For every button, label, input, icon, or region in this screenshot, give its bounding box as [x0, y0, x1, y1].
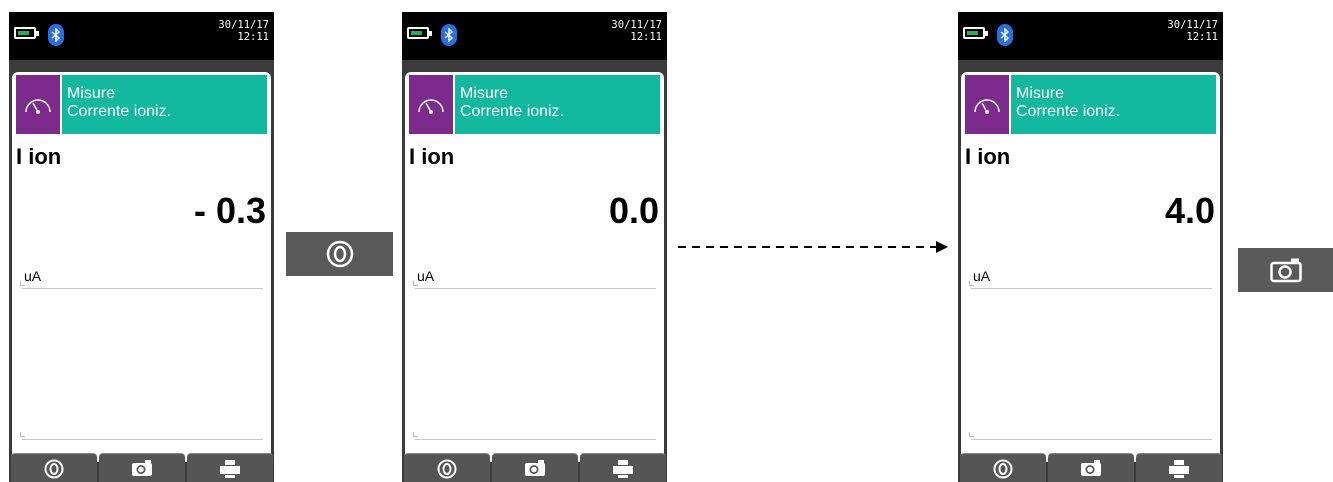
divider: [22, 288, 263, 289]
device-screen-1: 30/11/17 12:11 Misure Corrente ioniz. I …: [9, 12, 274, 482]
gauge-icon[interactable]: [409, 75, 453, 134]
camera-tab[interactable]: [99, 453, 185, 482]
status-bar: 30/11/17 12:11: [9, 12, 274, 60]
menu-title: Misure: [67, 85, 116, 102]
menu-header[interactable]: Misure Corrente ioniz.: [1011, 75, 1216, 134]
camera-tab[interactable]: [1048, 453, 1134, 482]
status-bar: 30/11/17 12:11: [958, 12, 1223, 60]
zero-icon: [44, 459, 64, 479]
display-area: Misure Corrente ioniz. I ion 0.0 uA: [405, 72, 664, 462]
printer-icon: [613, 460, 633, 478]
camera-tab[interactable]: [492, 453, 578, 482]
divider: [415, 288, 656, 289]
print-tab[interactable]: [1136, 453, 1222, 482]
zero-icon: [326, 240, 353, 268]
gauge-icon[interactable]: [16, 75, 60, 134]
function-tabs: [958, 453, 1223, 482]
clock: 30/11/17 12:11: [611, 19, 662, 43]
menu-subtitle: Corrente ioniz.: [1016, 103, 1121, 120]
menu-title: Misure: [460, 85, 509, 102]
zero-tab[interactable]: [960, 453, 1046, 482]
divider-tick: [413, 281, 418, 286]
printer-icon: [1169, 460, 1189, 478]
menu-header[interactable]: Misure Corrente ioniz.: [455, 75, 660, 134]
display-area: Misure Corrente ioniz. I ion 4.0 uA: [961, 72, 1220, 462]
camera-icon: [132, 460, 152, 476]
bluetooth-icon: [48, 24, 64, 46]
parameter-value: - 0.3: [193, 190, 266, 231]
divider-tick: [20, 281, 25, 286]
date-label: 30/11/17: [1167, 19, 1218, 31]
dashed-arrow: [678, 241, 948, 253]
parameter-value: 4.0: [1164, 190, 1215, 231]
parameter-name: I ion: [965, 144, 1011, 169]
divider-tick: [413, 432, 418, 437]
battery-icon: [14, 27, 39, 39]
parameter-unit: uA: [24, 268, 42, 284]
display-area: Misure Corrente ioniz. I ion - 0.3 uA: [12, 72, 271, 462]
camera-icon: [525, 460, 545, 476]
device-screen-2: 30/11/17 12:11 Misure Corrente ioniz. I …: [402, 12, 667, 482]
date-label: 30/11/17: [611, 19, 662, 31]
parameter-unit: uA: [417, 268, 435, 284]
divider: [415, 439, 656, 440]
clock: 30/11/17 12:11: [218, 19, 269, 43]
function-tabs: [9, 453, 274, 482]
parameter-name: I ion: [16, 144, 62, 169]
divider: [22, 439, 263, 440]
zero-button[interactable]: [286, 232, 393, 276]
gauge-icon[interactable]: [965, 75, 1009, 134]
battery-icon: [963, 27, 988, 39]
zero-tab[interactable]: [404, 453, 490, 482]
bluetooth-icon: [997, 24, 1013, 46]
status-bar: 30/11/17 12:11: [402, 12, 667, 60]
device-screen-3: 30/11/17 12:11 Misure Corrente ioniz. I …: [958, 12, 1223, 482]
camera-icon: [1081, 460, 1101, 476]
parameter-name: I ion: [409, 144, 455, 169]
divider-tick: [969, 281, 974, 286]
date-label: 30/11/17: [218, 19, 269, 31]
zero-icon: [437, 459, 457, 479]
clock: 30/11/17 12:11: [1167, 19, 1218, 43]
parameter-value: 0.0: [608, 190, 659, 231]
divider-tick: [20, 432, 25, 437]
divider: [971, 439, 1212, 440]
zero-tab[interactable]: [11, 453, 97, 482]
divider-tick: [969, 432, 974, 437]
time-label: 12:11: [630, 31, 662, 43]
time-label: 12:11: [1186, 31, 1218, 43]
parameter-unit: uA: [973, 268, 991, 284]
printer-icon: [220, 460, 240, 478]
time-label: 12:11: [237, 31, 269, 43]
menu-subtitle: Corrente ioniz.: [460, 103, 565, 120]
menu-header[interactable]: Misure Corrente ioniz.: [62, 75, 267, 134]
function-tabs: [402, 453, 667, 482]
menu-title: Misure: [1016, 85, 1065, 102]
zero-icon: [993, 459, 1013, 479]
battery-icon: [407, 27, 432, 39]
menu-subtitle: Corrente ioniz.: [67, 103, 172, 120]
camera-icon: [1269, 258, 1302, 283]
divider: [971, 288, 1212, 289]
camera-button[interactable]: [1238, 248, 1333, 292]
print-tab[interactable]: [580, 453, 666, 482]
bluetooth-icon: [441, 24, 457, 46]
print-tab[interactable]: [187, 453, 273, 482]
